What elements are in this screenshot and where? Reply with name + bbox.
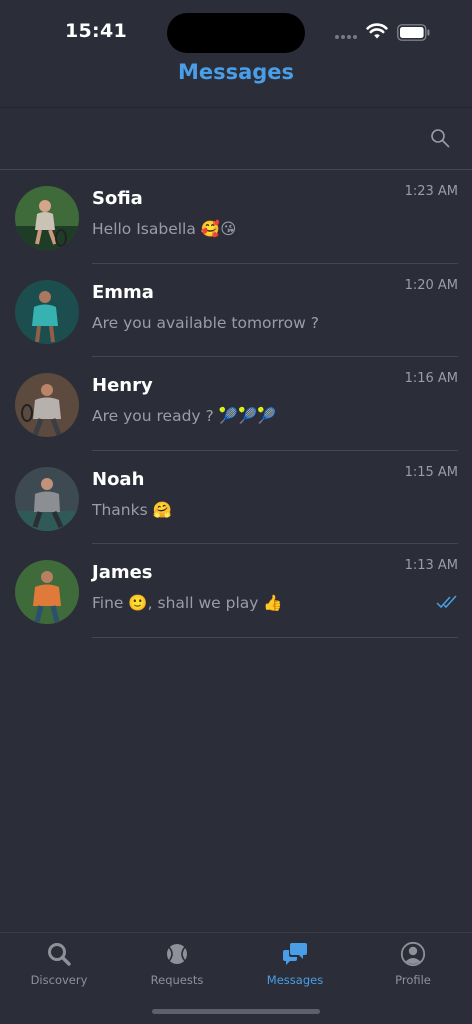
- avatar: [15, 373, 79, 437]
- wifi-icon: [366, 23, 388, 39]
- header: Messages: [0, 56, 472, 108]
- avatar: [15, 279, 79, 344]
- profile-icon: [400, 941, 426, 967]
- avatar: [15, 466, 79, 531]
- conversation-row[interactable]: James Fine 🙂, shall we play 👍 1:13 AM: [0, 544, 472, 638]
- conversation-row[interactable]: Noah Thanks 🤗 1:15 AM: [0, 451, 472, 544]
- chat-bubbles-icon: [283, 943, 307, 965]
- message-preview: Hello Isabella 🥰😘: [92, 220, 237, 238]
- tab-requests[interactable]: Requests: [118, 941, 236, 987]
- conversation-row[interactable]: Henry Are you ready ? 🎾🎾🎾 1:16 AM: [0, 357, 472, 451]
- search-bar: [0, 108, 472, 170]
- conversation-row[interactable]: Sofia Hello Isabella 🥰😘 1:23 AM: [0, 170, 472, 264]
- tab-label: Discovery: [30, 973, 88, 987]
- message-time: 1:16 AM: [404, 371, 458, 386]
- cellular-signal-icon: [335, 35, 357, 39]
- tab-discovery[interactable]: Discovery: [0, 941, 118, 987]
- row-divider: [92, 636, 458, 638]
- discovery-search-icon: [48, 943, 71, 966]
- avatar: [15, 560, 79, 624]
- double-check-icon: [436, 595, 457, 609]
- tab-messages[interactable]: Messages: [236, 941, 354, 987]
- battery-icon: [397, 24, 430, 41]
- status-bar: 15:41: [0, 0, 472, 62]
- contact-name: Noah: [92, 468, 145, 490]
- tennis-ball-icon: [167, 944, 187, 964]
- message-preview: Are you available tomorrow ?: [92, 313, 319, 332]
- status-time: 15:41: [65, 20, 127, 42]
- contact-name: Sofia: [92, 188, 143, 209]
- contact-name: Emma: [92, 281, 154, 303]
- home-indicator: [152, 1009, 320, 1014]
- message-time: 1:23 AM: [404, 184, 458, 199]
- tab-profile[interactable]: Profile: [354, 941, 472, 987]
- page-title: Messages: [177, 60, 295, 84]
- conversation-list: Sofia Hello Isabella 🥰😘 1:23 AM Emma Are…: [0, 170, 472, 638]
- tab-label: Messages: [266, 973, 324, 987]
- search-icon[interactable]: [430, 128, 450, 148]
- message-preview: Are you ready ? 🎾🎾🎾: [92, 407, 277, 425]
- dynamic-island: [167, 13, 305, 53]
- contact-name: James: [92, 562, 153, 583]
- contact-name: Henry: [92, 375, 153, 396]
- conversation-row[interactable]: Emma Are you available tomorrow ? 1:20 A…: [0, 264, 472, 357]
- message-time: 1:20 AM: [404, 277, 458, 293]
- avatar: [15, 186, 79, 250]
- tab-label: Profile: [395, 973, 431, 987]
- tab-label: Requests: [150, 973, 204, 987]
- message-preview: Thanks 🤗: [92, 500, 172, 519]
- message-preview: Fine 🙂, shall we play 👍: [92, 594, 283, 612]
- message-time: 1:15 AM: [404, 464, 458, 480]
- message-time: 1:13 AM: [404, 558, 458, 573]
